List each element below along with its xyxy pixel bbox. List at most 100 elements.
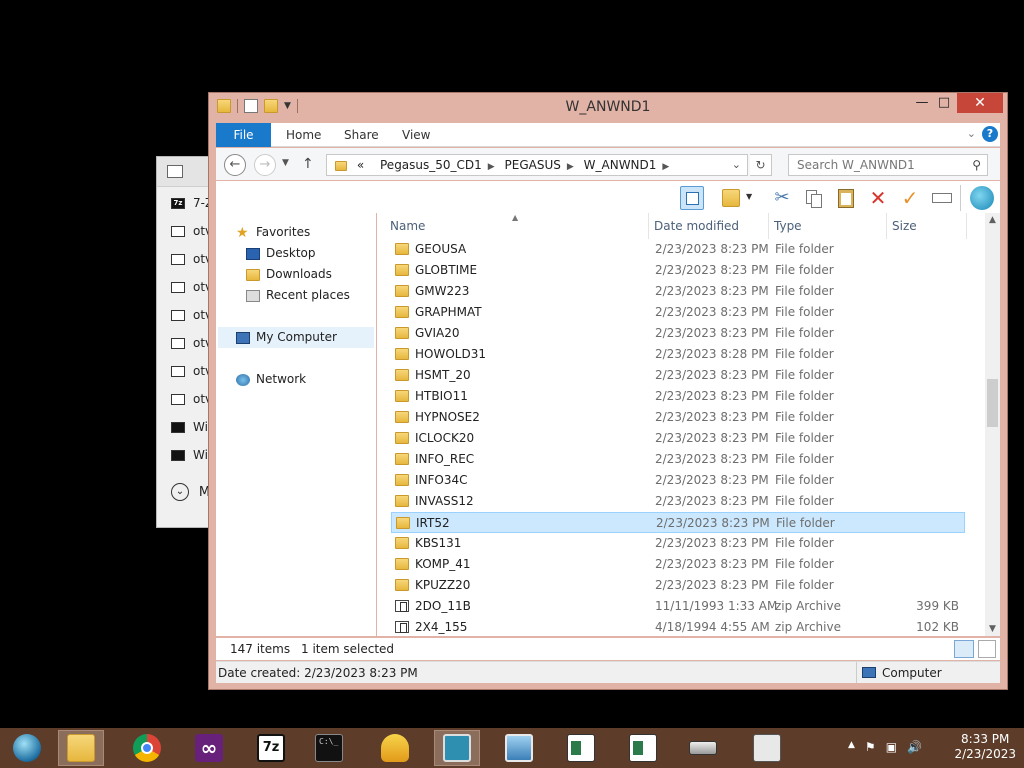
scroll-up-icon[interactable]: ▲: [985, 215, 1000, 225]
file-row[interactable]: KPUZZ20 2/23/2023 8:23 PM File folder: [391, 575, 965, 596]
file-row[interactable]: GMW223 2/23/2023 8:23 PM File folder: [391, 281, 965, 302]
show-hidden-icons-icon[interactable]: ▲: [848, 740, 855, 754]
recent-locations-dropdown[interactable]: ▼: [282, 158, 289, 168]
rename-icon[interactable]: [930, 186, 954, 210]
address-field[interactable]: « Pegasus_50_CD1 ▶ PEGASUS ▶ W_ANWND1 ▶ ⌄: [326, 154, 748, 176]
large-icons-view-icon[interactable]: [978, 640, 996, 658]
nav-recent-places[interactable]: Recent places: [246, 285, 350, 306]
column-header-type[interactable]: Type: [769, 213, 887, 239]
breadcrumb-chevron-icon[interactable]: ▶: [662, 162, 669, 172]
file-row[interactable]: GRAPHMAT 2/23/2023 8:23 PM File folder: [391, 302, 965, 323]
volume-icon[interactable]: 🔊: [907, 740, 922, 754]
file-row[interactable]: INFO34C 2/23/2023 8:23 PM File folder: [391, 470, 965, 491]
breadcrumb-segment[interactable]: PEGASUS: [505, 158, 561, 172]
file-row[interactable]: IRT52 2/23/2023 8:23 PM File folder: [391, 512, 965, 533]
background-list-item[interactable]: otv: [157, 385, 215, 413]
column-header-name[interactable]: Name ▲: [385, 213, 649, 239]
up-button[interactable]: ↑: [302, 156, 314, 172]
background-list-item[interactable]: otv: [157, 329, 215, 357]
help-icon[interactable]: ?: [982, 126, 998, 142]
details-view-icon[interactable]: [954, 640, 974, 658]
tab-share[interactable]: Share: [344, 123, 379, 147]
file-row[interactable]: HOWOLD31 2/23/2023 8:28 PM File folder: [391, 344, 965, 365]
network-status-icon[interactable]: ▣: [886, 740, 897, 754]
taskbar-cmd[interactable]: C:\_: [306, 730, 352, 766]
tab-home[interactable]: Home: [286, 123, 321, 147]
taskbar-monitor[interactable]: [744, 730, 790, 766]
breadcrumb-chevron-icon[interactable]: ▶: [567, 162, 574, 172]
taskbar-drive[interactable]: [680, 730, 726, 766]
vertical-scrollbar[interactable]: ▲ ▼: [985, 213, 1000, 636]
paste-icon[interactable]: [834, 186, 858, 210]
taskbar-vdm[interactable]: [434, 730, 480, 766]
file-row[interactable]: 2DO_11B 11/11/1993 1:33 AM zip Archive 399 …: [391, 596, 965, 617]
taskbar-shell[interactable]: [372, 730, 418, 766]
action-center-icon[interactable]: ⚑: [865, 740, 876, 754]
nav-desktop[interactable]: Desktop: [246, 243, 316, 264]
nav-my-computer[interactable]: My Computer: [218, 327, 374, 348]
preview-pane-icon[interactable]: [680, 186, 704, 210]
background-list-item[interactable]: otv: [157, 245, 215, 273]
file-row[interactable]: INFO_REC 2/23/2023 8:23 PM File folder: [391, 449, 965, 470]
nav-network[interactable]: Network: [236, 369, 306, 390]
tab-file[interactable]: File: [216, 123, 271, 147]
breadcrumb-segment[interactable]: W_ANWND1: [584, 158, 657, 172]
background-list-item[interactable]: Wi: [157, 441, 215, 469]
taskbar-document-1[interactable]: [558, 730, 604, 766]
tab-view[interactable]: View: [402, 123, 430, 147]
taskbar-chrome[interactable]: [124, 730, 170, 766]
column-header-date[interactable]: Date modified: [649, 213, 769, 239]
file-row[interactable]: ICLOCK20 2/23/2023 8:23 PM File folder: [391, 428, 965, 449]
delete-icon[interactable]: ✕: [866, 186, 890, 210]
file-row[interactable]: HYPNOSE2 2/23/2023 8:23 PM File folder: [391, 407, 965, 428]
address-dropdown-icon[interactable]: ⌄: [732, 155, 741, 175]
background-list-item[interactable]: otv: [157, 301, 215, 329]
address-overflow[interactable]: «: [357, 158, 364, 172]
background-list-item[interactable]: otv: [157, 357, 215, 385]
file-row[interactable]: HTBIO11 2/23/2023 8:23 PM File folder: [391, 386, 965, 407]
maximize-button[interactable]: □: [929, 93, 959, 113]
file-row[interactable]: INVASS12 2/23/2023 8:23 PM File folder: [391, 491, 965, 512]
background-list-item[interactable]: 7z 7-Z: [157, 189, 215, 217]
cut-icon[interactable]: ✂: [770, 186, 794, 210]
search-input[interactable]: Search W_ANWND1 ⚲: [788, 154, 988, 176]
background-list-item[interactable]: Wi: [157, 413, 215, 441]
nav-downloads[interactable]: Downloads: [246, 264, 332, 285]
breadcrumb-segment[interactable]: Pegasus_50_CD1: [380, 158, 482, 172]
search-icon[interactable]: ⚲: [972, 155, 981, 175]
file-row[interactable]: GLOBTIME 2/23/2023 8:23 PM File folder: [391, 260, 965, 281]
checkmark-icon[interactable]: ✓: [898, 186, 922, 210]
forward-button[interactable]: →: [254, 154, 276, 176]
scroll-down-icon[interactable]: ▼: [985, 624, 1000, 634]
start-button[interactable]: [4, 730, 50, 766]
explorer-window: ▼ W_ANWND1 — □ ✕ File Home Share View ⌄ …: [208, 92, 1008, 690]
taskbar-file-explorer[interactable]: [58, 730, 104, 766]
close-button[interactable]: ✕: [957, 93, 1003, 113]
back-button[interactable]: ←: [224, 154, 246, 176]
shell-icon[interactable]: [970, 186, 994, 210]
taskbar-7zip[interactable]: 7z: [248, 730, 294, 766]
organize-icon[interactable]: [722, 189, 740, 207]
taskbar-photo-viewer[interactable]: [496, 730, 542, 766]
nav-favorites[interactable]: ★ Favorites: [236, 222, 310, 243]
file-row[interactable]: KOMP_41 2/23/2023 8:23 PM File folder: [391, 554, 965, 575]
file-row[interactable]: GVIA20 2/23/2023 8:23 PM File folder: [391, 323, 965, 344]
file-row[interactable]: 2X4_155 4/18/1994 4:55 AM zip Archive 102 K…: [391, 617, 965, 636]
organize-dropdown-icon[interactable]: ▼: [746, 192, 752, 201]
copy-icon[interactable]: [802, 186, 826, 210]
more-button[interactable]: ⌄ M: [171, 483, 210, 501]
breadcrumb-chevron-icon[interactable]: ▶: [488, 162, 495, 172]
title-bar[interactable]: ▼ W_ANWND1 — □ ✕: [209, 93, 1007, 121]
scroll-thumb[interactable]: [987, 379, 998, 427]
refresh-button[interactable]: ↻: [750, 154, 772, 176]
taskbar-document-2[interactable]: [620, 730, 666, 766]
file-row[interactable]: KBS131 2/23/2023 8:23 PM File folder: [391, 533, 965, 554]
expand-ribbon-icon[interactable]: ⌄: [967, 127, 976, 140]
background-list-item[interactable]: otv: [157, 273, 215, 301]
file-row[interactable]: GEOUSA 2/23/2023 8:23 PM File folder: [391, 239, 965, 260]
file-row[interactable]: HSMT_20 2/23/2023 8:23 PM File folder: [391, 365, 965, 386]
taskbar-visual-studio[interactable]: ∞: [186, 730, 232, 766]
clock[interactable]: 8:33 PM 2/23/2023: [954, 732, 1016, 762]
column-header-size[interactable]: Size: [887, 213, 967, 239]
background-list-item[interactable]: otv: [157, 217, 215, 245]
